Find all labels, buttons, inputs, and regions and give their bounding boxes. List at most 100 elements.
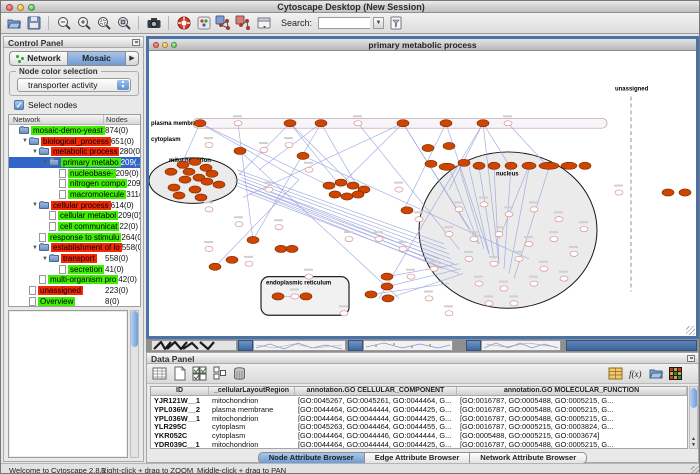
tree-row[interactable]: secretion41(0) bbox=[9, 264, 140, 275]
network-node[interactable] bbox=[473, 162, 485, 169]
network-edge[interactable] bbox=[339, 123, 403, 186]
function-builder-icon[interactable]: f(x) bbox=[627, 365, 644, 382]
view-resize-grip[interactable] bbox=[686, 326, 695, 335]
network-node[interactable] bbox=[347, 182, 359, 189]
network-node-unselected[interactable] bbox=[445, 232, 453, 237]
table-row[interactable]: YLR295Ccytoplasm[GO:0045263, GO:0044464,… bbox=[151, 422, 687, 431]
network-node[interactable] bbox=[300, 293, 312, 300]
table-scrollbar-thumb[interactable] bbox=[690, 388, 697, 408]
help-lifebuoy-icon[interactable] bbox=[175, 15, 192, 32]
network-node[interactable] bbox=[443, 142, 455, 149]
open-attributes-file-icon[interactable] bbox=[647, 365, 664, 382]
network-node[interactable] bbox=[247, 236, 259, 243]
network-node[interactable] bbox=[397, 120, 409, 127]
table-row[interactable]: YPL036W__1mitochondrion[GO:0044464, GO:0… bbox=[151, 414, 687, 423]
network-node[interactable] bbox=[165, 168, 177, 175]
birds-eye-view[interactable] bbox=[8, 310, 128, 458]
network-view-titlebar[interactable]: primary metabolic process bbox=[149, 39, 696, 51]
tree-expand-arrow-icon[interactable]: ▼ bbox=[22, 138, 29, 144]
control-panel-scrollbar-thumb[interactable] bbox=[131, 311, 138, 347]
open-file-icon[interactable] bbox=[5, 15, 22, 32]
import-attributes-icon[interactable] bbox=[607, 365, 624, 382]
tree-expand-arrow-icon[interactable]: ▼ bbox=[32, 202, 39, 208]
network-node-unselected[interactable] bbox=[470, 236, 478, 241]
network-node[interactable] bbox=[168, 184, 180, 191]
background-window-fragment[interactable] bbox=[481, 340, 561, 351]
network-node[interactable] bbox=[201, 178, 213, 185]
app-resize-grip[interactable] bbox=[691, 466, 700, 474]
table-row[interactable]: YPL036W__2plasma membrane[GO:0044464, GO… bbox=[151, 405, 687, 414]
zoom-selected-icon[interactable] bbox=[95, 15, 112, 32]
network-node[interactable] bbox=[226, 256, 238, 263]
network-node[interactable] bbox=[561, 162, 577, 169]
network-node-unselected[interactable] bbox=[555, 217, 563, 222]
delete-attribute-icon[interactable] bbox=[231, 365, 248, 382]
tree-row[interactable]: ▼transport558(0) bbox=[9, 253, 140, 264]
zoom-in-icon[interactable] bbox=[75, 15, 92, 32]
network-node[interactable] bbox=[335, 179, 347, 186]
table-row[interactable]: YJR121W__1mitochondrion[GO:0045267, GO:0… bbox=[151, 396, 687, 405]
tree-row[interactable]: multi-organism pro42(0) bbox=[9, 275, 140, 286]
create-attribute-icon[interactable] bbox=[171, 365, 188, 382]
network-node-unselected[interactable] bbox=[395, 187, 403, 192]
network-node-unselected[interactable] bbox=[505, 212, 513, 217]
float-data-panel-icon[interactable] bbox=[687, 355, 695, 362]
network-node[interactable] bbox=[189, 158, 201, 165]
network-node[interactable] bbox=[213, 181, 225, 188]
network-node-unselected[interactable] bbox=[340, 311, 348, 316]
background-window-fragment[interactable] bbox=[566, 340, 697, 351]
network-node[interactable] bbox=[341, 193, 353, 200]
background-window-fragment[interactable] bbox=[466, 340, 481, 351]
network-node-unselected[interactable] bbox=[354, 121, 362, 126]
network-node[interactable] bbox=[662, 189, 674, 196]
network-node-unselected[interactable] bbox=[580, 227, 588, 232]
network-edge[interactable] bbox=[236, 186, 443, 269]
network-node[interactable] bbox=[365, 291, 377, 298]
network-node-unselected[interactable] bbox=[560, 276, 568, 281]
background-window-fragment[interactable] bbox=[363, 340, 453, 351]
network-node[interactable] bbox=[177, 161, 189, 168]
select-all-attributes-icon[interactable] bbox=[191, 365, 208, 382]
network-node-unselected[interactable] bbox=[407, 274, 415, 279]
column-header-id[interactable]: ID bbox=[151, 387, 209, 395]
network-node[interactable] bbox=[179, 176, 191, 183]
tree-row[interactable]: mosaic-demo-yeast874(0) bbox=[9, 125, 140, 136]
column-header-molecular-function[interactable]: annotation.GO MOLECULAR_FUNCTION bbox=[457, 387, 687, 395]
network-node[interactable] bbox=[381, 273, 393, 280]
network-node[interactable] bbox=[382, 295, 394, 302]
network-node[interactable] bbox=[183, 168, 195, 175]
network-node[interactable] bbox=[189, 186, 201, 193]
annotation-icon[interactable] bbox=[195, 15, 212, 32]
network-node[interactable] bbox=[234, 147, 246, 154]
network-node[interactable] bbox=[275, 245, 287, 252]
network-node-unselected[interactable] bbox=[245, 261, 253, 266]
network-node[interactable] bbox=[440, 120, 452, 127]
tree-row[interactable]: cellular metabol209(0) bbox=[9, 211, 140, 222]
background-window-fragment[interactable] bbox=[151, 340, 237, 351]
tree-expand-arrow-icon[interactable]: ▼ bbox=[32, 245, 39, 251]
tree-row[interactable]: macromolecule311(0) bbox=[9, 189, 140, 200]
search-input[interactable] bbox=[318, 17, 370, 29]
network-node-unselected[interactable] bbox=[525, 241, 533, 246]
network-node[interactable] bbox=[488, 162, 500, 169]
network-node-unselected[interactable] bbox=[510, 301, 518, 306]
network-node-unselected[interactable] bbox=[570, 251, 578, 256]
network-node-unselected[interactable] bbox=[285, 142, 293, 147]
network-node[interactable] bbox=[505, 162, 517, 169]
tree-row[interactable]: ▼establishment of lo558(0) bbox=[9, 243, 140, 254]
tree-row[interactable]: ▼cellular process614(0) bbox=[9, 200, 140, 211]
network-canvas[interactable]: plasma membranecytoplasmmitochondrionnuc… bbox=[149, 51, 696, 336]
network-node-unselected[interactable] bbox=[425, 296, 433, 301]
network-node[interactable] bbox=[679, 189, 691, 196]
snapshot-icon[interactable] bbox=[145, 15, 162, 32]
manage-panels-icon[interactable] bbox=[255, 15, 272, 32]
select-attributes-icon[interactable] bbox=[151, 365, 168, 382]
network-node[interactable] bbox=[195, 194, 207, 201]
tree-row[interactable]: cell communicat22(0) bbox=[9, 221, 140, 232]
network-node-unselected[interactable] bbox=[235, 222, 243, 227]
network-node[interactable] bbox=[539, 162, 559, 169]
tree-expand-arrow-icon[interactable]: ▼ bbox=[32, 149, 39, 155]
network-node-unselected[interactable] bbox=[345, 236, 353, 241]
network-node-unselected[interactable] bbox=[515, 256, 523, 261]
network-node[interactable] bbox=[579, 162, 591, 169]
